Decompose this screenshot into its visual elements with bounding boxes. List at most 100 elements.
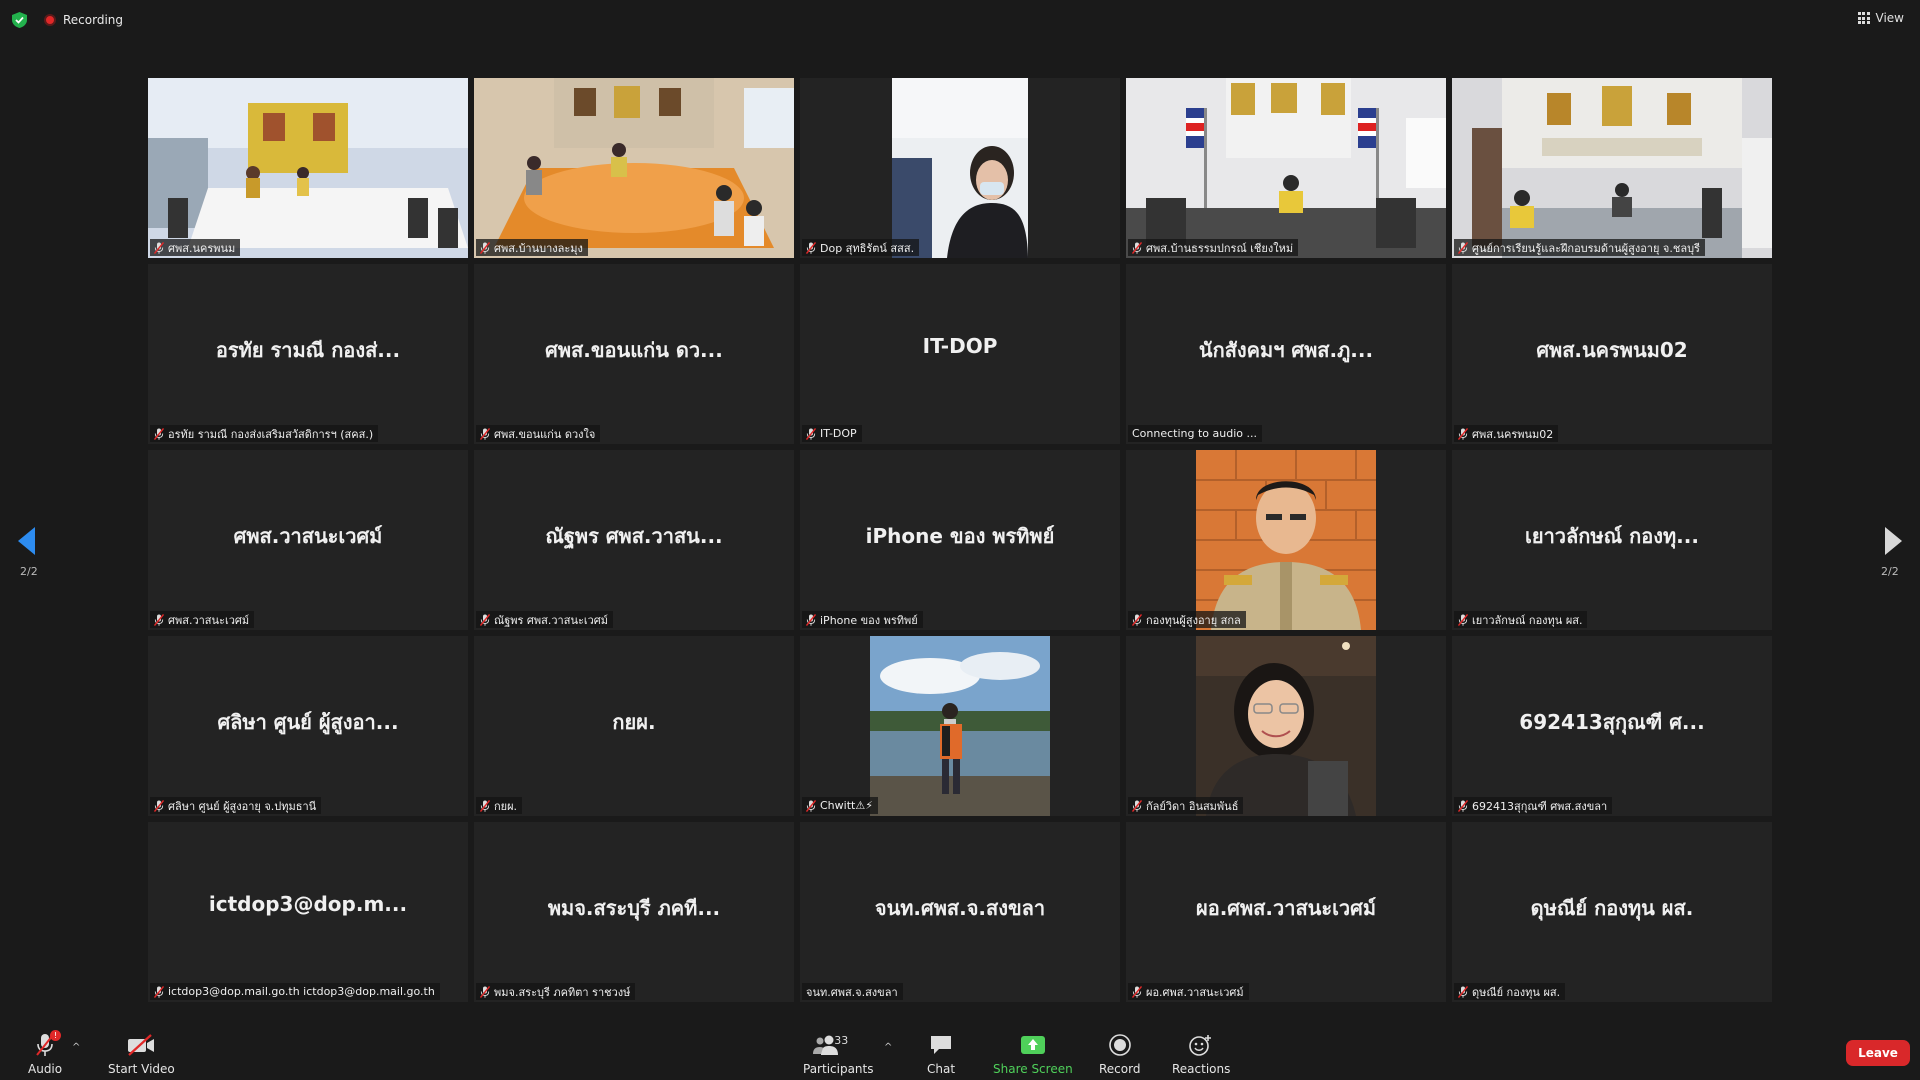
participant-tile[interactable]: ศพส.บ้านบางละมุง [474,78,794,258]
participant-display-name: 692413สุกุณฑี ศ... [1519,710,1705,734]
view-button[interactable]: View [1857,11,1904,25]
participant-name-label: iPhone ของ พรทิพย์ [820,613,918,627]
reactions-button[interactable]: Reactions [1172,1032,1230,1076]
microphone-muted-icon [1457,241,1469,254]
participant-tile[interactable]: เยาวลักษณ์ กองทุ... เยาวลักษณ์ กองทุน ผส. [1452,450,1772,630]
microphone-muted-icon [805,241,817,254]
participant-nameplate: IT-DOP [802,425,862,442]
participant-display-name: IT-DOP [922,334,998,358]
participant-name-label: ณัฐพร ศพส.วาสนะเวศม์ [494,613,609,627]
participant-nameplate: 692413สุกุณฑี ศพส.สงขลา [1454,797,1613,814]
page-indicator-right: 2/2 [1881,565,1899,578]
participant-nameplate: ictdop3@dop.mail.go.th ictdop3@dop.mail.… [150,983,440,1000]
participant-name-label: ผอ.ศพส.วาสนะเวศม์ [1146,985,1244,999]
audio-options-caret-icon[interactable]: ^ [72,1042,80,1053]
participant-nameplate: ศพส.นครพนม [150,239,241,256]
participant-name-label: ศพส.นครพนม02 [1472,427,1554,441]
microphone-muted-icon [1457,427,1469,440]
participant-tile[interactable]: จนท.ศพส.จ.สงขลา จนท.ศพส.จ.สงขลา [800,822,1120,1002]
participant-nameplate: พมจ.สระบุรี ภคทิตา ราชวงษ์ [476,983,636,1000]
participant-name-label: IT-DOP [820,427,857,440]
participant-nameplate: Connecting to audio ... [1128,425,1262,442]
participant-tile[interactable]: ศูนย์การเรียนรู้และฝึกอบรมด้านผู้สูงอายุ… [1452,78,1772,258]
participant-tile[interactable]: ศพส.วาสนะเวศม์ ศพส.วาสนะเวศม์ [148,450,468,630]
participants-options-caret-icon[interactable]: ^ [884,1042,892,1053]
participant-nameplate: กยผ. [476,797,523,814]
microphone-muted-icon [153,613,165,626]
participant-name-label: ictdop3@dop.mail.go.th ictdop3@dop.mail.… [168,985,435,998]
participant-name-label: อรทัย รามณี กองส่งเสริมสวัสดิการฯ (สคส.) [168,427,374,441]
participant-nameplate: ดุษณีย์ กองทุน ผส. [1454,983,1566,1000]
participant-display-name: พมจ.สระบุรี ภคที... [547,896,721,920]
participant-tile[interactable]: IT-DOP IT-DOP [800,264,1120,444]
participant-name-label: ศพส.บ้านธรรมปกรณ์ เชียงใหม่ [1146,241,1294,255]
participant-tile[interactable]: ictdop3@dop.m... ictdop3@dop.mail.go.th i… [148,822,468,1002]
microphone-muted-icon [1131,241,1143,254]
recording-indicator[interactable]: Recording [44,12,123,28]
leave-button[interactable]: Leave [1846,1040,1910,1066]
participant-tile[interactable]: ศพส.นครพนม02 ศพส.นครพนม02 [1452,264,1772,444]
participant-tile[interactable]: ผอ.ศพส.วาสนะเวศม์ ผอ.ศพส.วาสนะเวศม์ [1126,822,1446,1002]
microphone-muted-icon [479,985,491,998]
participant-tile[interactable]: ดุษณีย์ กองทุน ผส. ดุษณีย์ กองทุน ผส. [1452,822,1772,1002]
microphone-muted-icon [1131,799,1143,812]
start-video-button[interactable]: Start Video [108,1032,175,1076]
participant-name-label: ศพส.วาสนะเวศม์ [168,613,250,627]
audio-button[interactable]: ! Audio [28,1030,62,1076]
participant-tile[interactable]: ศพส.นครพนม [148,78,468,258]
participant-name-label: Chwitt⚠⚡ [820,799,873,812]
reactions-smiley-icon [1189,1032,1213,1058]
participant-nameplate: ศพส.นครพนม02 [1454,425,1559,442]
recording-label: Recording [63,13,124,27]
participant-name-label: ดุษณีย์ กองทุน ผส. [1472,985,1561,999]
record-icon [1108,1032,1131,1058]
grid-view-icon [1857,12,1870,24]
participant-tile[interactable]: 692413สุกุณฑี ศ... 692413สุกุณฑี ศพส.สงขล… [1452,636,1772,816]
participant-tile[interactable]: ณัฐพร ศพส.วาสน... ณัฐพร ศพส.วาสนะเวศม์ [474,450,794,630]
participant-tile[interactable]: นักสังคมฯ ศพส.ภู... Connecting to audio .… [1126,264,1446,444]
participant-name-label: กัลย์วิดา อินสมพันธ์ [1146,799,1239,813]
participant-display-name: จนท.ศพส.จ.สงขลา [874,896,1046,920]
chat-button[interactable]: Chat [927,1032,955,1076]
start-video-label: Start Video [108,1062,175,1076]
participants-count: 33 [834,1034,849,1047]
participant-name-label: Dop สุทธิรัตน์ สสส. [820,241,915,255]
participant-name-label: ศูนย์การเรียนรู้และฝึกอบรมด้านผู้สูงอายุ… [1472,241,1700,255]
participant-tile[interactable]: อรทัย รามณี กองส่... อรทัย รามณี กองส่งเส… [148,264,468,444]
microphone-muted-icon [479,799,491,812]
participants-button[interactable]: 33 Participants [803,1032,874,1076]
participant-display-name: ศพส.วาสนะเวศม์ [233,524,383,548]
participant-display-name: ศลิษา ศูนย์ ผู้สูงอา... [217,710,399,734]
microphone-muted-icon [1457,613,1469,626]
participant-name-label: Connecting to audio ... [1132,427,1257,440]
participant-nameplate: Dop สุทธิรัตน์ สสส. [802,239,920,256]
participant-nameplate: Chwitt⚠⚡ [802,797,878,814]
participant-tile[interactable]: กัลย์วิดา อินสมพันธ์ [1126,636,1446,816]
participant-tile[interactable]: Dop สุทธิรัตน์ สสส. [800,78,1120,258]
participant-name-label: 692413สุกุณฑี ศพส.สงขลา [1472,799,1608,813]
next-page-arrow-icon[interactable] [1884,527,1902,555]
microphone-muted-icon [153,241,165,254]
microphone-muted-icon [1457,799,1469,812]
participant-tile[interactable]: ศพส.ขอนแก่น ดว... ศพส.ขอนแก่น ดวงใจ [474,264,794,444]
participant-tile[interactable]: กองทุนผู้สูงอายุ สกล [1126,450,1446,630]
participant-display-name: นักสังคมฯ ศพส.ภู... [1198,338,1374,362]
previous-page-arrow-icon[interactable] [18,527,36,555]
participant-nameplate: ศพส.ขอนแก่น ดวงใจ [476,425,601,442]
microphone-muted-icon [1457,985,1469,998]
gallery-grid: ศพส.นครพนม ศพส.บ้านบางละมุง Dop สุทธิรัตน์… [148,78,1772,1002]
participant-tile[interactable]: ศลิษา ศูนย์ ผู้สูงอา... ศลิษา ศูนย์ ผู้สู… [148,636,468,816]
participant-tile[interactable]: กยผ. กยผ. [474,636,794,816]
video-off-icon [127,1032,155,1058]
microphone-muted-icon [479,241,491,254]
participant-name-label: ศลิษา ศูนย์ ผู้สูงอายุ จ.ปทุมธานี [168,799,317,813]
microphone-muted-icon [479,613,491,626]
participant-tile[interactable]: iPhone ของ พรทิพย์ iPhone ของ พรทิพย์ [800,450,1120,630]
participant-tile[interactable]: ศพส.บ้านธรรมปกรณ์ เชียงใหม่ [1126,78,1446,258]
record-button[interactable]: Record [1099,1032,1140,1076]
share-screen-button[interactable]: Share Screen [993,1032,1073,1076]
participant-tile[interactable]: พมจ.สระบุรี ภคที... พมจ.สระบุรี ภคทิตา รา… [474,822,794,1002]
shield-icon[interactable] [12,12,27,28]
participant-tile[interactable]: Chwitt⚠⚡ [800,636,1120,816]
participant-name-label: กยผ. [494,799,518,813]
